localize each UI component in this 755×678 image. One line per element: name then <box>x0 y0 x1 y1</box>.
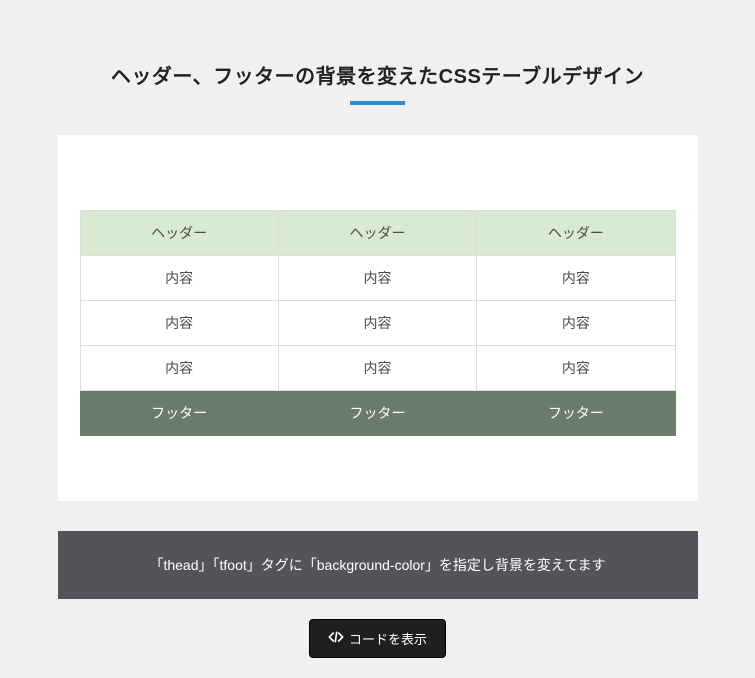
table-cell: 内容 <box>278 301 476 346</box>
note-bar: 「thead」「tfoot」タグに「background-color」を指定し背… <box>58 531 698 599</box>
table-cell: 内容 <box>477 301 675 346</box>
table-cell: 内容 <box>278 346 476 391</box>
code-icon <box>328 631 344 646</box>
table-footer-cell: フッター <box>80 391 278 436</box>
example-card: ヘッダー ヘッダー ヘッダー 内容 内容 内容 内容 内容 内容 内容 <box>58 135 698 501</box>
table-cell: 内容 <box>477 346 675 391</box>
table-row: 内容 内容 内容 <box>80 346 675 391</box>
table-header-cell: ヘッダー <box>278 211 476 256</box>
table-cell: 内容 <box>80 256 278 301</box>
table-cell: 内容 <box>278 256 476 301</box>
table-row: 内容 内容 内容 <box>80 256 675 301</box>
demo-table: ヘッダー ヘッダー ヘッダー 内容 内容 内容 内容 内容 内容 内容 <box>80 210 676 436</box>
page-title: ヘッダー、フッターの背景を変えたCSSテーブルデザイン <box>0 60 755 89</box>
table-footer-cell: フッター <box>278 391 476 436</box>
table-row: 内容 内容 内容 <box>80 301 675 346</box>
show-code-button[interactable]: コードを表示 <box>309 619 446 658</box>
table-footer-row: フッター フッター フッター <box>80 391 675 436</box>
table-cell: 内容 <box>477 256 675 301</box>
table-cell: 内容 <box>80 346 278 391</box>
table-header-cell: ヘッダー <box>80 211 278 256</box>
table-header-cell: ヘッダー <box>477 211 675 256</box>
table-header-row: ヘッダー ヘッダー ヘッダー <box>80 211 675 256</box>
title-underline <box>350 101 405 105</box>
table-cell: 内容 <box>80 301 278 346</box>
table-footer-cell: フッター <box>477 391 675 436</box>
